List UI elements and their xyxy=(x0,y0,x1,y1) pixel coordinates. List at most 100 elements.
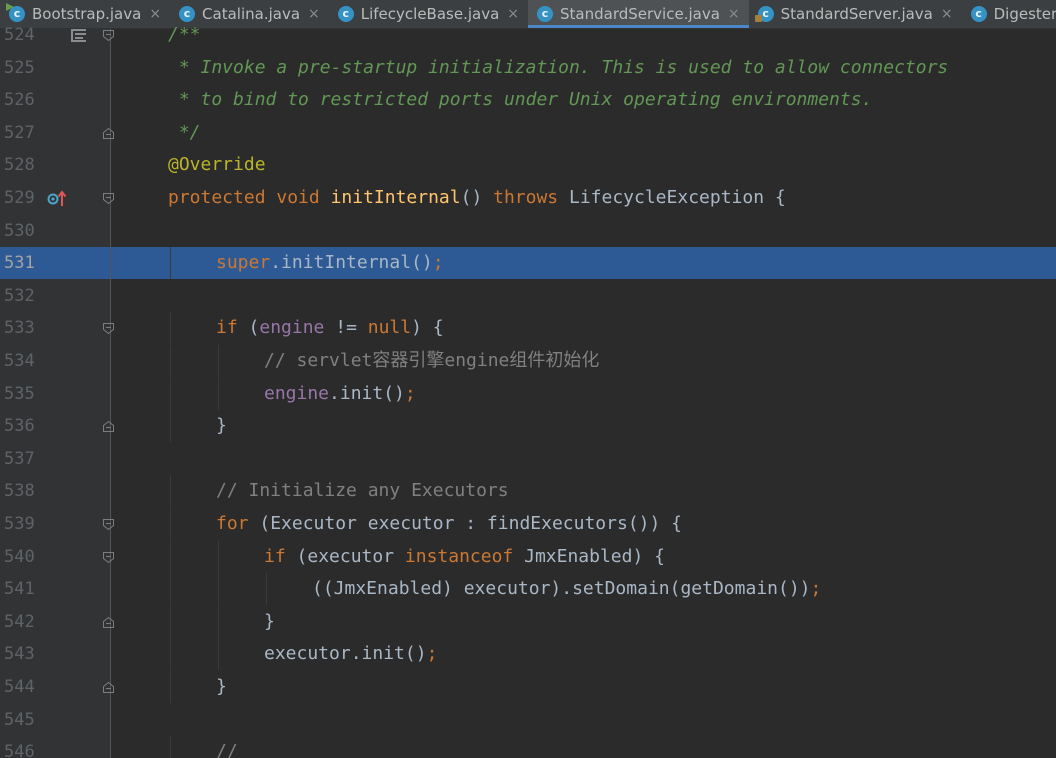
line-number[interactable]: 530 xyxy=(4,215,40,247)
code-token: // Initialize any Executors xyxy=(216,480,509,502)
code-token: (executor xyxy=(296,545,405,567)
code-line-row: 532 xyxy=(0,280,1056,312)
fold-collapse-icon[interactable] xyxy=(102,29,115,42)
line-number[interactable]: 531 xyxy=(4,247,40,279)
fold-end-icon[interactable] xyxy=(102,616,115,629)
code-token: () xyxy=(460,187,494,208)
code-text[interactable]: /** xyxy=(168,19,201,51)
code-token: * Invoke a pre-startup initialization. T… xyxy=(168,56,949,78)
fold-collapse-icon[interactable] xyxy=(102,192,115,205)
indent-guide xyxy=(218,573,219,606)
code-text[interactable]: @Override xyxy=(168,149,266,181)
fold-collapse-icon[interactable] xyxy=(102,518,115,531)
line-number[interactable]: 526 xyxy=(4,84,40,116)
code-text[interactable]: protected void initInternal() throws Lif… xyxy=(168,182,786,214)
code-text[interactable]: executor.init(); xyxy=(264,638,437,670)
line-number[interactable]: 543 xyxy=(4,638,40,670)
code-token: .init() xyxy=(329,382,405,404)
overrides-method-icon[interactable] xyxy=(46,189,68,207)
code-line-row: 540 if (executor instanceof JmxEnabled) { xyxy=(0,540,1056,573)
code-text[interactable]: } xyxy=(216,410,227,442)
line-number[interactable]: 529 xyxy=(4,182,40,214)
indent-guide xyxy=(170,247,171,280)
code-line-row: 539 for (Executor executor : findExecutor… xyxy=(0,508,1056,540)
code-text[interactable]: // xyxy=(216,736,238,758)
indent-guide xyxy=(170,377,171,410)
line-number[interactable]: 534 xyxy=(4,345,40,377)
code-text[interactable]: * Invoke a pre-startup initialization. T… xyxy=(168,52,948,84)
code-token: protected void xyxy=(168,187,331,208)
line-number[interactable]: 541 xyxy=(4,573,40,605)
indent-guide xyxy=(218,377,219,410)
code-token: throws xyxy=(493,187,569,208)
line-number[interactable]: 535 xyxy=(4,378,40,410)
code-token: != xyxy=(324,317,368,339)
code-token: } xyxy=(216,676,227,697)
code-text[interactable]: for (Executor executor : findExecutors()… xyxy=(216,508,682,540)
line-number[interactable]: 536 xyxy=(4,410,40,442)
fold-end-icon[interactable] xyxy=(102,420,115,433)
code-line-row: 524 /** xyxy=(0,19,1056,51)
code-line-row: 535 engine.init(); xyxy=(0,377,1056,410)
line-number[interactable]: 537 xyxy=(4,443,40,475)
indent-guide xyxy=(170,540,171,573)
indent-guide xyxy=(170,605,171,638)
code-token: .initInternal() xyxy=(270,252,433,274)
code-token: @Override xyxy=(168,154,266,176)
code-line-row: 530 xyxy=(0,215,1056,247)
code-token: ( xyxy=(248,317,260,339)
code-token: } xyxy=(264,610,275,632)
code-text[interactable]: engine.init(); xyxy=(264,378,416,410)
code-token: (Executor executor : findExecutors()) { xyxy=(259,513,682,534)
code-text[interactable]: // Initialize any Executors xyxy=(216,475,509,507)
code-token: // servlet容器引擎engine组件初始化 xyxy=(264,350,600,371)
line-number[interactable]: 532 xyxy=(4,280,40,312)
code-token: super xyxy=(216,252,271,274)
line-number[interactable]: 524 xyxy=(4,19,40,51)
code-text[interactable]: // servlet容器引擎engine组件初始化 xyxy=(264,345,599,377)
code-line-row: 528 @Override xyxy=(0,149,1056,181)
fold-end-icon[interactable] xyxy=(102,127,115,140)
fold-collapse-icon[interactable] xyxy=(102,551,115,564)
code-text[interactable]: if (engine != null) { xyxy=(216,312,444,344)
code-token: // xyxy=(216,741,238,758)
indent-guide xyxy=(170,638,171,671)
code-line-row: 538 // Initialize any Executors xyxy=(0,475,1056,508)
fold-collapse-icon[interactable] xyxy=(102,322,115,335)
line-number[interactable]: 539 xyxy=(4,508,40,540)
code-token: engine xyxy=(259,317,325,339)
indent-guide xyxy=(170,508,171,540)
line-number[interactable]: 544 xyxy=(4,671,40,703)
code-line-row: 541 ((JmxEnabled) executor).setDomain(get… xyxy=(0,573,1056,606)
code-text[interactable]: */ xyxy=(168,117,201,149)
code-text[interactable]: super.initInternal(); xyxy=(216,247,444,279)
indent-guide xyxy=(218,638,219,671)
line-number[interactable]: 542 xyxy=(4,606,40,638)
line-number[interactable]: 527 xyxy=(4,117,40,149)
line-number[interactable]: 540 xyxy=(4,541,40,573)
code-token: } xyxy=(216,415,227,437)
fold-end-icon[interactable] xyxy=(102,681,115,694)
code-text[interactable]: } xyxy=(216,671,227,703)
code-text[interactable]: if (executor instanceof JmxEnabled) { xyxy=(264,541,665,573)
line-number[interactable]: 545 xyxy=(4,704,40,736)
line-number[interactable]: 525 xyxy=(4,52,40,84)
code-token: engine xyxy=(264,382,330,404)
doc-render-icon[interactable] xyxy=(70,27,88,43)
line-number[interactable]: 546 xyxy=(4,736,40,758)
code-token: ; xyxy=(404,382,416,404)
code-token: executor.init() xyxy=(264,643,427,665)
code-text[interactable]: * to bind to restricted ports under Unix… xyxy=(168,84,873,116)
line-number[interactable]: 538 xyxy=(4,475,40,507)
line-number[interactable]: 533 xyxy=(4,312,40,344)
code-line-row: 534 // servlet容器引擎engine组件初始化 xyxy=(0,345,1056,377)
code-text[interactable]: ((JmxEnabled) executor).setDomain(getDom… xyxy=(312,573,821,605)
indent-guide xyxy=(218,345,219,377)
code-line-row: 533 if (engine != null) { xyxy=(0,312,1056,345)
line-number[interactable]: 528 xyxy=(4,149,40,181)
code-line-row: 546 // xyxy=(0,736,1056,758)
code-token: ; xyxy=(426,643,438,665)
code-text[interactable]: } xyxy=(264,606,275,638)
code-token: if xyxy=(264,545,297,567)
code-token: ; xyxy=(810,578,822,600)
